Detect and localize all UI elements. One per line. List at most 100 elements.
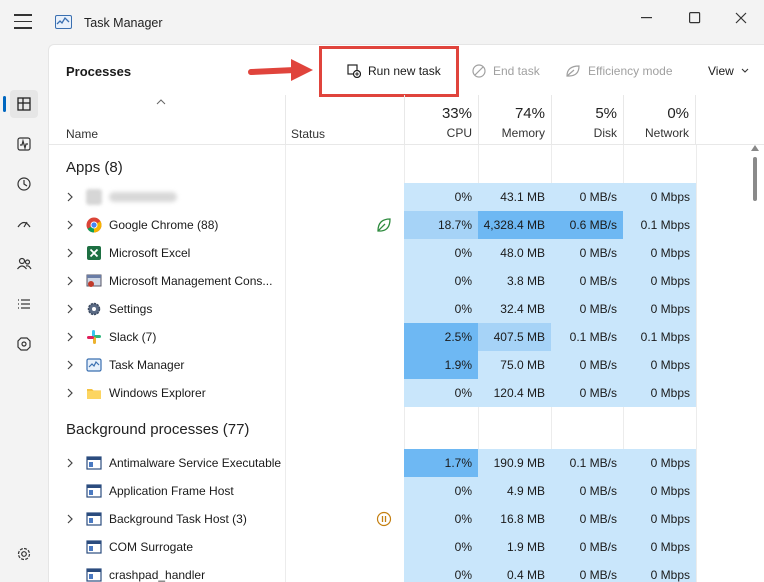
performance-nav-icon[interactable] bbox=[10, 130, 38, 158]
network-cell: 0 Mbps bbox=[623, 561, 696, 582]
column-disk[interactable]: 5% Disk bbox=[551, 95, 623, 145]
process-name: Antimalware Service Executable bbox=[109, 456, 282, 470]
chevron-right-icon[interactable] bbox=[67, 514, 73, 524]
efficiency-mode-button[interactable]: Efficiency mode bbox=[565, 62, 673, 80]
close-button[interactable] bbox=[726, 8, 756, 28]
memory-cell: 4,328.4 MB bbox=[478, 211, 551, 239]
process-row[interactable]: Antimalware Service Executable 1.7% 190.9 … bbox=[49, 449, 749, 477]
process-name: Microsoft Management Cons... bbox=[109, 274, 273, 288]
cpu-cell: 18.7% bbox=[404, 211, 478, 239]
run-new-task-label: Run new task bbox=[368, 64, 441, 78]
chevron-down-icon bbox=[741, 68, 749, 73]
settings-nav-icon[interactable] bbox=[10, 540, 38, 568]
process-name: Slack (7) bbox=[109, 330, 157, 344]
active-nav-indicator bbox=[3, 96, 6, 112]
process-row[interactable]: Slack (7) 2.5% 407.5 MB 0.1 MB/s 0.1 Mbps bbox=[49, 323, 749, 351]
memory-cell: 3.8 MB bbox=[478, 267, 551, 295]
end-task-icon bbox=[472, 64, 486, 78]
process-row[interactable]: Background Task Host (3) 0% 16.8 MB 0 MB/s 0… bbox=[49, 505, 749, 533]
disk-label: Disk bbox=[593, 126, 617, 140]
column-cpu[interactable]: 33% CPU bbox=[404, 95, 478, 145]
column-status[interactable]: Status bbox=[291, 127, 325, 141]
startup-apps-nav-icon[interactable] bbox=[10, 210, 38, 238]
process-row[interactable]: Task Manager 1.9% 75.0 MB 0 MB/s 0 Mbps bbox=[49, 351, 749, 379]
details-nav-icon[interactable] bbox=[10, 290, 38, 318]
view-label: View bbox=[708, 64, 734, 78]
users-nav-icon[interactable] bbox=[10, 250, 38, 278]
network-cell: 0.1 Mbps bbox=[623, 211, 696, 239]
process-row[interactable]: Microsoft Management Cons... 0% 3.8 MB 0 MB… bbox=[49, 267, 749, 295]
services-nav-icon[interactable] bbox=[10, 330, 38, 358]
cpu-cell: 2.5% bbox=[404, 323, 478, 351]
network-cell: 0 Mbps bbox=[623, 183, 696, 211]
chevron-right-icon[interactable] bbox=[67, 388, 73, 398]
chevron-right-icon[interactable] bbox=[67, 192, 73, 202]
network-cell: 0 Mbps bbox=[623, 295, 696, 323]
cpu-cell: 0% bbox=[404, 505, 478, 533]
cpu-cell: 0% bbox=[404, 239, 478, 267]
service-icon bbox=[86, 455, 102, 471]
folder-icon bbox=[86, 385, 102, 401]
slack-icon bbox=[86, 329, 102, 345]
disk-cell: 0 MB/s bbox=[551, 295, 623, 323]
run-task-icon bbox=[347, 64, 361, 78]
column-name[interactable]: Name bbox=[66, 127, 98, 141]
process-row[interactable]: Application Frame Host 0% 4.9 MB 0 MB/s 0 Mb… bbox=[49, 477, 749, 505]
chevron-right-icon[interactable] bbox=[67, 304, 73, 314]
scrollbar-thumb[interactable] bbox=[753, 157, 757, 201]
process-row[interactable]: COM Surrogate 0% 1.9 MB 0 MB/s 0 Mbps bbox=[49, 533, 749, 561]
cpu-cell: 1.7% bbox=[404, 449, 478, 477]
network-cell: 0 Mbps bbox=[623, 449, 696, 477]
window-title: Task Manager bbox=[84, 16, 163, 30]
task-manager-icon bbox=[86, 357, 102, 373]
process-name: Application Frame Host bbox=[109, 484, 234, 498]
process-name: Task Manager bbox=[109, 358, 185, 372]
navigation-sidebar bbox=[0, 44, 48, 582]
chevron-right-icon[interactable] bbox=[67, 220, 73, 230]
efficiency-leaf-icon bbox=[377, 218, 391, 232]
process-row[interactable]: 0% 43.1 MB 0 MB/s 0 Mbps bbox=[49, 183, 749, 211]
disk-cell: 0 MB/s bbox=[551, 351, 623, 379]
chevron-right-icon[interactable] bbox=[67, 248, 73, 258]
view-dropdown[interactable]: View bbox=[708, 62, 749, 80]
chevron-right-icon[interactable] bbox=[67, 458, 73, 468]
disk-cell: 0 MB/s bbox=[551, 561, 623, 582]
excel-icon bbox=[86, 245, 102, 261]
chevron-right-icon[interactable] bbox=[67, 276, 73, 286]
processes-nav-icon[interactable] bbox=[10, 90, 38, 118]
column-memory[interactable]: 74% Memory bbox=[478, 95, 551, 145]
process-row[interactable]: crashpad_handler 0% 0.4 MB 0 MB/s 0 Mbps bbox=[49, 561, 749, 582]
disk-cell: 0.1 MB/s bbox=[551, 323, 623, 351]
maximize-button[interactable] bbox=[680, 8, 710, 28]
disk-cell: 0.6 MB/s bbox=[551, 211, 623, 239]
memory-label: Memory bbox=[501, 126, 545, 140]
app-history-nav-icon[interactable] bbox=[10, 170, 38, 198]
run-new-task-button[interactable]: Run new task bbox=[347, 62, 441, 80]
disk-cell: 0 MB/s bbox=[551, 477, 623, 505]
process-name: Background Task Host (3) bbox=[109, 512, 247, 526]
title-bar: Task Manager bbox=[0, 0, 764, 44]
chevron-right-icon[interactable] bbox=[67, 332, 73, 342]
minimize-button[interactable] bbox=[632, 8, 662, 28]
service-icon bbox=[86, 511, 102, 527]
process-name: COM Surrogate bbox=[109, 540, 194, 554]
process-list: Apps (8) Background processes (77) 0% 43.… bbox=[49, 145, 764, 582]
cpu-cell: 0% bbox=[404, 561, 478, 582]
column-network[interactable]: 0% Network bbox=[623, 95, 696, 145]
memory-cell: 16.8 MB bbox=[478, 505, 551, 533]
process-row[interactable]: Windows Explorer 0% 120.4 MB 0 MB/s 0 Mbps bbox=[49, 379, 749, 407]
process-row[interactable]: Settings 0% 32.4 MB 0 MB/s 0 Mbps bbox=[49, 295, 749, 323]
process-row[interactable]: Google Chrome (88) 18.7% 4,328.4 MB 0.6 MB/… bbox=[49, 211, 749, 239]
chevron-right-icon[interactable] bbox=[67, 360, 73, 370]
mmc-icon bbox=[86, 273, 102, 289]
end-task-button[interactable]: End task bbox=[472, 62, 540, 80]
scroll-up-icon[interactable] bbox=[751, 145, 759, 151]
disk-total: 5% bbox=[595, 105, 617, 122]
cpu-label: CPU bbox=[446, 126, 472, 140]
hamburger-menu-icon[interactable] bbox=[14, 14, 32, 30]
page-title: Processes bbox=[66, 64, 132, 79]
suspended-pause-icon bbox=[376, 511, 392, 527]
process-row[interactable]: Microsoft Excel 0% 48.0 MB 0 MB/s 0 Mbps bbox=[49, 239, 749, 267]
memory-cell: 75.0 MB bbox=[478, 351, 551, 379]
process-name: crashpad_handler bbox=[109, 568, 206, 582]
